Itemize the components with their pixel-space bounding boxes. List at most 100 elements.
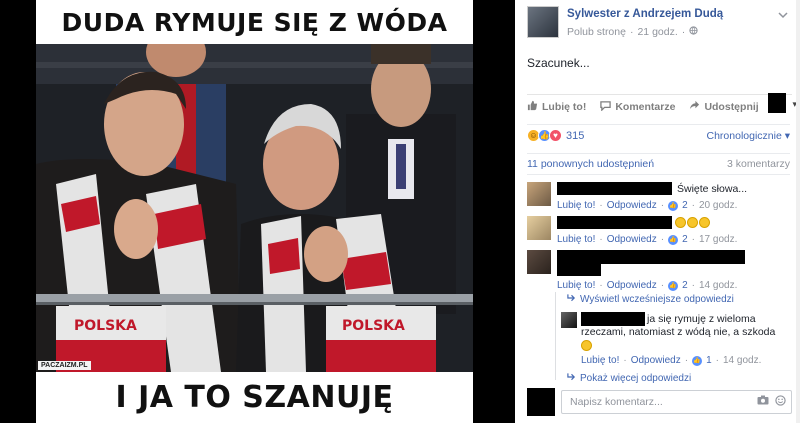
- reply-item: ja się rymuję z wieloma rzeczami, natomi…: [561, 312, 792, 368]
- redacted-avatar: [768, 93, 786, 113]
- meta-separator: ·: [660, 200, 665, 211]
- meta-separator: ·: [629, 26, 634, 38]
- reactions-row: ☺ 👍 ♥ 315 Chronologicznie ▾: [527, 124, 790, 146]
- meme-image[interactable]: DUDA RYMUJE SIĘ Z WÓDA POLSKA POLSKA PAC…: [36, 0, 473, 423]
- meta-separator: ·: [691, 280, 695, 291]
- post-action-bar: Lubię to! Komentarze Udostępnij: [527, 94, 792, 116]
- comment-icon: [600, 100, 612, 114]
- comment-like-count[interactable]: 2: [682, 200, 688, 211]
- emoji-icon[interactable]: [775, 395, 786, 409]
- meta-separator: ·: [684, 355, 689, 366]
- redacted-name: [557, 216, 672, 229]
- post-meta: Polub stronę · 21 godz. ·: [567, 26, 698, 38]
- reply-thread-line: [555, 292, 556, 380]
- shares-row: 11 ponownych udostępnień 3 komentarzy: [527, 153, 790, 175]
- reply-emoji: [581, 339, 593, 352]
- comment-meta: Lubię to! · Odpowiedz · 👍 2 · 14 godz.: [557, 280, 737, 291]
- post-time[interactable]: 21 godz.: [637, 26, 677, 38]
- comment-label: Komentarze: [615, 100, 676, 113]
- page-avatar[interactable]: [527, 6, 559, 38]
- comment-item: Lubię to! · Odpowiedz · 👍 2 · 14 godz.: [527, 250, 792, 291]
- smile-emoji-icon: [699, 216, 710, 228]
- meme-top-caption: DUDA RYMUJE SIĘ Z WÓDA: [61, 7, 448, 37]
- view-earlier-replies-link[interactable]: Wyświetl wcześniejsze odpowiedzi: [567, 294, 734, 305]
- comment-like-link[interactable]: Lubię to!: [557, 234, 595, 245]
- meta-separator: ·: [715, 355, 719, 366]
- meme-bottom-caption-bar: I JA TO SZANUJĘ: [36, 372, 473, 423]
- reply-arrow-icon: [567, 294, 576, 305]
- globe-icon: [689, 26, 698, 38]
- meta-separator: ·: [623, 355, 627, 366]
- meta-separator: ·: [599, 280, 603, 291]
- composer-icons: [757, 395, 786, 409]
- smile-emoji-icon: [687, 216, 698, 228]
- redacted-text: [557, 264, 601, 276]
- comment-meta: Lubię to! · Odpowiedz · 👍 2 · 17 godz.: [557, 234, 737, 245]
- reply-like-count[interactable]: 1: [706, 355, 712, 366]
- reply-reply-link[interactable]: Odpowiedz: [631, 355, 681, 366]
- redacted-name: [557, 182, 672, 195]
- show-more-replies-link[interactable]: Pokaż więcej odpowiedzi: [567, 373, 691, 384]
- reaction-count[interactable]: 315: [566, 130, 584, 142]
- comment-time[interactable]: 14 godz.: [699, 280, 737, 291]
- grin-emoji-icon: [581, 339, 592, 351]
- reply-arrow-icon: [567, 373, 576, 384]
- comment-order-label: Chronologicznie: [706, 129, 782, 142]
- sidebar-scrollbar[interactable]: [796, 0, 800, 423]
- meta-separator: ·: [691, 234, 695, 245]
- reply-text-line1: ja się rymuję z wieloma: [647, 313, 756, 325]
- meta-separator-2: ·: [681, 26, 686, 38]
- caret-down-icon: ▾: [784, 129, 790, 142]
- reaction-icons[interactable]: ☺ 👍 ♥: [527, 129, 562, 142]
- comment-order-dropdown[interactable]: Chronologicznie ▾: [707, 130, 791, 142]
- meme-photo: POLSKA POLSKA PACZAIZM.PL: [36, 44, 473, 372]
- comment-like-link[interactable]: Lubię to!: [557, 200, 595, 211]
- comment-reply-link[interactable]: Odpowiedz: [607, 280, 657, 291]
- like-label: Lubię to!: [542, 100, 587, 113]
- meme-top-caption-bar: DUDA RYMUJE SIĘ Z WÓDA: [36, 0, 473, 44]
- like-page-link[interactable]: Polub stronę: [567, 26, 626, 38]
- comment-reply-link[interactable]: Odpowiedz: [607, 234, 657, 245]
- meta-separator: ·: [691, 200, 695, 211]
- show-more-replies-label: Pokaż więcej odpowiedzi: [580, 373, 692, 384]
- view-earlier-replies-label: Wyświetl wcześniejsze odpowiedzi: [580, 294, 734, 305]
- comments-count: 3 komentarzy: [726, 158, 790, 170]
- mini-like-icon: 👍: [668, 200, 679, 211]
- photo-illustration: POLSKA POLSKA: [36, 44, 473, 372]
- meta-separator: ·: [599, 200, 603, 211]
- meme-bottom-caption: I JA TO SZANUJĘ: [115, 380, 394, 415]
- comment-like-count[interactable]: 2: [682, 234, 688, 245]
- comment-like-count[interactable]: 2: [682, 280, 688, 291]
- post-sidebar: Sylwester z Andrzejem Dudą Polub stronę …: [515, 0, 800, 423]
- comment-item: Lubię to! · Odpowiedz · 👍 2 · 17 godz.: [527, 216, 792, 246]
- reply-text-line2: rzeczami, natomiast z wódą nie, a szkoda: [581, 326, 776, 338]
- comment-button[interactable]: Komentarze: [600, 100, 675, 114]
- mini-like-icon: 👍: [692, 355, 703, 366]
- commenter-avatar[interactable]: [527, 216, 551, 240]
- share-button[interactable]: Udostępnij: [689, 100, 759, 114]
- comment-composer: Napisz komentarz...: [527, 388, 792, 416]
- redacted-name: [581, 312, 645, 326]
- camera-icon[interactable]: [757, 395, 769, 409]
- commenter-avatar[interactable]: [527, 182, 551, 206]
- comment-reply-link[interactable]: Odpowiedz: [607, 200, 657, 211]
- post-header: Sylwester z Andrzejem Dudą Polub stronę …: [527, 6, 792, 46]
- reply-like-link[interactable]: Lubię to!: [581, 355, 619, 366]
- reply-time[interactable]: 14 godz.: [723, 355, 761, 366]
- post-options-chevron-icon[interactable]: [778, 8, 788, 22]
- comment-emoji: [675, 216, 711, 229]
- shares-link[interactable]: 11 ponownych udostępnień: [527, 158, 654, 170]
- mini-like-icon: 👍: [668, 234, 679, 245]
- commenter-avatar[interactable]: [527, 250, 551, 274]
- comment-like-link[interactable]: Lubię to!: [557, 280, 595, 291]
- replier-avatar[interactable]: [561, 312, 577, 328]
- scarf-text-right: POLSKA: [342, 318, 405, 334]
- post-text: Szacunek...: [527, 56, 590, 70]
- comment-time[interactable]: 17 godz.: [699, 234, 737, 245]
- comment-time[interactable]: 20 godz.: [699, 200, 737, 211]
- meta-separator: ·: [660, 280, 665, 291]
- scarf-text-left: POLSKA: [74, 318, 137, 334]
- share-arrow-icon: [689, 100, 700, 114]
- like-button[interactable]: Lubię to!: [527, 100, 586, 114]
- page-name-link[interactable]: Sylwester z Andrzejem Dudą: [567, 8, 723, 20]
